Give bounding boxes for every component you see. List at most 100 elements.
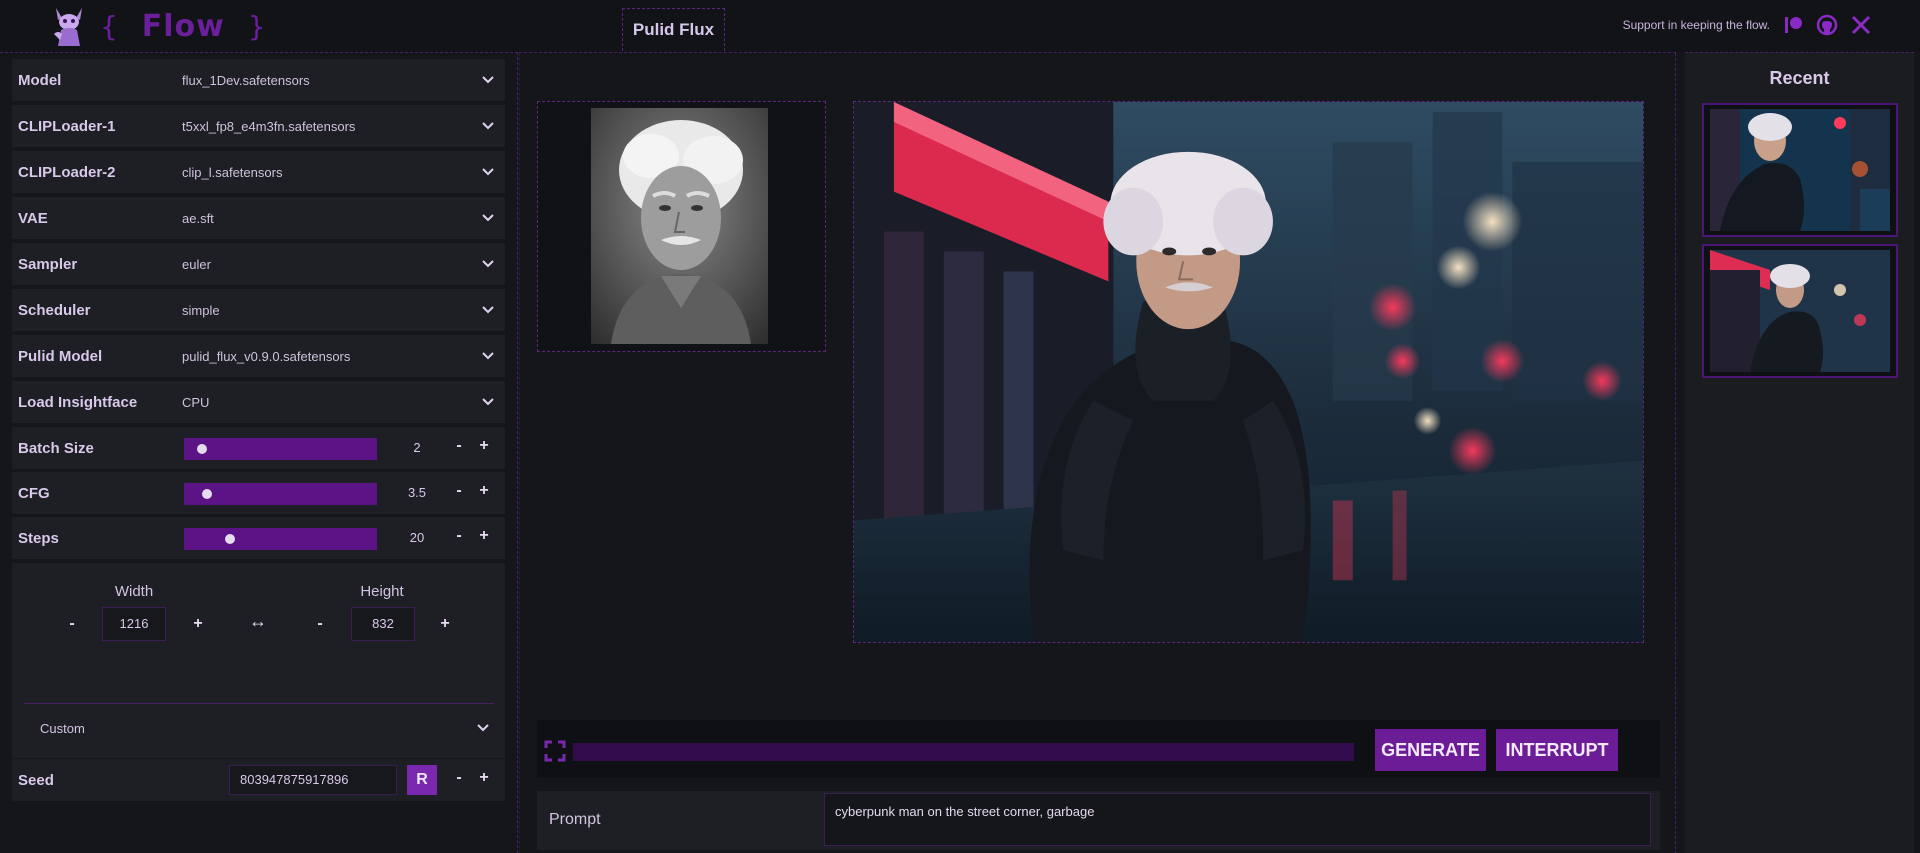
steps-row: Steps 20 - + bbox=[12, 517, 505, 559]
batch-size-label: Batch Size bbox=[18, 439, 94, 457]
divider bbox=[24, 703, 494, 704]
model-select[interactable]: Model flux_1Dev.safetensors bbox=[12, 59, 505, 101]
mascot-logo-icon bbox=[54, 8, 82, 46]
insightface-value: CPU bbox=[182, 394, 210, 410]
slider-knob[interactable] bbox=[202, 489, 213, 499]
chevron-down-icon bbox=[477, 724, 489, 732]
slider-knob[interactable] bbox=[197, 444, 208, 454]
random-seed-button[interactable]: R bbox=[407, 765, 437, 795]
logo[interactable]: { Flow } bbox=[48, 4, 267, 48]
slider-knob[interactable] bbox=[225, 534, 236, 544]
prompt-panel: Prompt cyberpunk man on the street corne… bbox=[537, 791, 1660, 850]
clip-loader-1-label: CLIPLoader-1 bbox=[18, 117, 116, 135]
insightface-select[interactable]: Load Insightface CPU bbox=[12, 381, 505, 423]
seed-minus-button[interactable]: - bbox=[449, 769, 469, 791]
seed-input[interactable]: 803947875917896 bbox=[229, 765, 397, 795]
chevron-down-icon bbox=[482, 168, 494, 176]
reference-portrait-image bbox=[591, 108, 768, 344]
cfg-minus-button[interactable]: - bbox=[449, 482, 469, 504]
seed-label: Seed bbox=[18, 772, 54, 789]
seed-plus-button[interactable]: + bbox=[474, 769, 494, 791]
recent-title: Recent bbox=[1769, 68, 1830, 88]
logo-brace-open: { bbox=[100, 9, 119, 43]
clip-loader-1-value: t5xxl_fp8_e4m3fn.safetensors bbox=[182, 118, 356, 134]
pulid-model-value: pulid_flux_v0.9.0.safetensors bbox=[182, 348, 351, 364]
recent-thumbnail[interactable] bbox=[1702, 103, 1898, 237]
recent-thumbnail[interactable] bbox=[1702, 244, 1898, 378]
prompt-textarea[interactable]: cyberpunk man on the street corner, garb… bbox=[824, 793, 1651, 846]
width-plus-button[interactable]: + bbox=[188, 615, 208, 633]
height-input[interactable]: 832 bbox=[351, 607, 415, 641]
logo-word: Flow bbox=[141, 8, 225, 44]
height-minus-button[interactable]: - bbox=[310, 615, 330, 633]
prompt-label: Prompt bbox=[549, 811, 601, 828]
cfg-value: 3.5 bbox=[407, 485, 427, 500]
scheduler-value: simple bbox=[182, 302, 220, 318]
support-text: Support in keeping the flow. bbox=[1622, 18, 1770, 32]
sampler-label: Sampler bbox=[18, 255, 78, 273]
settings-panel: Model flux_1Dev.safetensors CLIPLoader-1… bbox=[0, 52, 518, 853]
tab-pulid-flux[interactable]: Pulid Flux bbox=[622, 8, 725, 51]
sampler-value: euler bbox=[182, 256, 211, 272]
interrupt-button[interactable]: INTERRUPT bbox=[1496, 729, 1618, 771]
model-label: Model bbox=[18, 71, 62, 89]
support-bar: Support in keeping the flow. bbox=[1623, 14, 1872, 36]
chevron-down-icon bbox=[482, 214, 494, 222]
generate-button[interactable]: GENERATE bbox=[1375, 729, 1486, 771]
model-value: flux_1Dev.safetensors bbox=[182, 72, 310, 88]
swap-dimensions-button[interactable]: ↔ bbox=[248, 611, 268, 632]
steps-value: 20 bbox=[409, 530, 425, 545]
clip-loader-2-value: clip_l.safetensors bbox=[182, 164, 283, 180]
batch-size-value: 2 bbox=[413, 440, 421, 455]
scheduler-select[interactable]: Scheduler simple bbox=[12, 289, 505, 331]
chevron-down-icon bbox=[482, 260, 494, 268]
width-input[interactable]: 1216 bbox=[102, 607, 166, 641]
chevron-down-icon bbox=[482, 352, 494, 360]
cfg-row: CFG 3.5 - + bbox=[12, 472, 505, 514]
clip-loader-1-select[interactable]: CLIPLoader-1 t5xxl_fp8_e4m3fn.safetensor… bbox=[12, 105, 505, 147]
scheduler-label: Scheduler bbox=[18, 301, 91, 319]
recent-panel: Recent bbox=[1685, 52, 1914, 853]
batch-size-row: Batch Size 2 - + bbox=[12, 427, 505, 469]
generation-progress-bar bbox=[573, 743, 1354, 761]
chevron-down-icon bbox=[482, 76, 494, 84]
batch-size-plus-button[interactable]: + bbox=[474, 437, 494, 459]
cfg-plus-button[interactable]: + bbox=[474, 482, 494, 504]
patreon-icon[interactable] bbox=[1782, 14, 1804, 36]
steps-minus-button[interactable]: - bbox=[449, 527, 469, 549]
chevron-down-icon bbox=[482, 398, 494, 406]
steps-label: Steps bbox=[18, 529, 59, 547]
chevron-down-icon bbox=[482, 122, 494, 130]
clip-loader-2-label: CLIPLoader-2 bbox=[18, 163, 116, 181]
main-workspace: GENERATE INTERRUPT Prompt cyberpunk man … bbox=[519, 52, 1676, 853]
vae-value: ae.sft bbox=[182, 210, 214, 226]
clip-loader-2-select[interactable]: CLIPLoader-2 clip_l.safetensors bbox=[12, 151, 505, 193]
reference-image-dropzone[interactable] bbox=[537, 101, 826, 352]
action-bar: GENERATE INTERRUPT bbox=[537, 720, 1660, 778]
cfg-label: CFG bbox=[18, 484, 50, 502]
steps-slider[interactable] bbox=[184, 528, 377, 550]
vae-select[interactable]: VAE ae.sft bbox=[12, 197, 505, 239]
github-icon[interactable] bbox=[1816, 14, 1838, 36]
generated-image-viewer[interactable] bbox=[853, 101, 1644, 643]
steps-plus-button[interactable]: + bbox=[474, 527, 494, 549]
logo-text: { Flow } bbox=[100, 9, 267, 44]
fullscreen-icon[interactable] bbox=[544, 740, 566, 762]
vae-label: VAE bbox=[18, 209, 48, 227]
chevron-down-icon bbox=[482, 306, 494, 314]
batch-size-slider[interactable] bbox=[184, 438, 377, 460]
sampler-select[interactable]: Sampler euler bbox=[12, 243, 505, 285]
batch-size-minus-button[interactable]: - bbox=[449, 437, 469, 459]
seed-row: Seed 803947875917896 R - + bbox=[12, 759, 505, 801]
width-minus-button[interactable]: - bbox=[62, 615, 82, 633]
insightface-label: Load Insightface bbox=[18, 393, 138, 411]
x-icon[interactable] bbox=[1850, 14, 1872, 36]
generated-image bbox=[854, 102, 1643, 642]
pulid-model-select[interactable]: Pulid Model pulid_flux_v0.9.0.safetensor… bbox=[12, 335, 505, 377]
logo-brace-close: } bbox=[247, 9, 267, 43]
cfg-slider[interactable] bbox=[184, 483, 377, 505]
height-plus-button[interactable]: + bbox=[435, 615, 455, 633]
resolution-preset-select[interactable]: Custom bbox=[40, 715, 500, 741]
top-header: { Flow } Pulid Flux Support in keeping t… bbox=[0, 0, 1920, 52]
recent-image-1 bbox=[1710, 109, 1890, 231]
